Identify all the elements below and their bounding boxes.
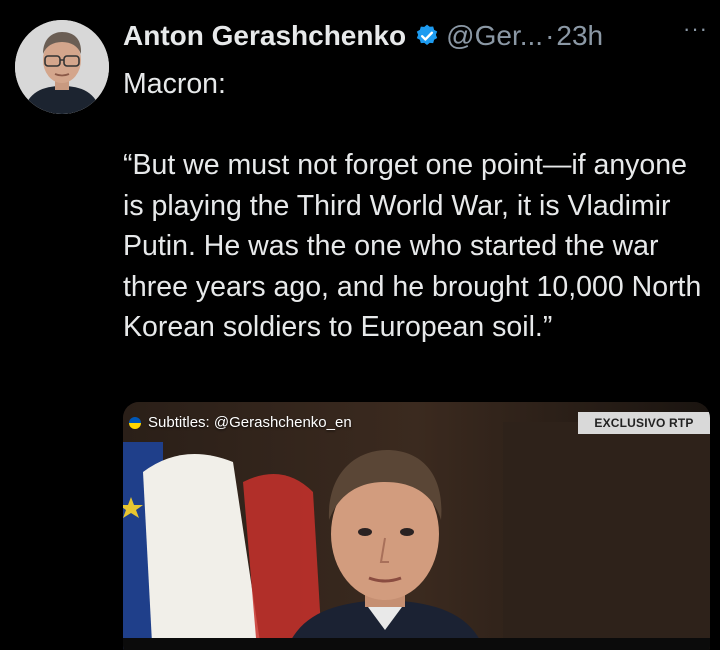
author-display-name[interactable]: Anton Gerashchenko bbox=[123, 20, 406, 52]
video-frame-image bbox=[123, 402, 710, 650]
more-options-icon[interactable]: ··· bbox=[683, 16, 708, 42]
author-handle[interactable]: @Ger... bbox=[446, 20, 543, 52]
subtitles-credit: Subtitles: @Gerashchenko_en bbox=[129, 414, 352, 431]
ukraine-flag-icon bbox=[129, 416, 141, 429]
caption-bar bbox=[123, 638, 710, 650]
avatar[interactable] bbox=[15, 20, 109, 114]
video-thumbnail[interactable]: Subtitles: @Gerashchenko_en EXCLUSIVO RT… bbox=[123, 402, 710, 650]
subtitles-credit-text: Subtitles: @Gerashchenko_en bbox=[148, 414, 352, 431]
tweet-header: Anton Gerashchenko @Ger... · 23h bbox=[123, 14, 720, 58]
tweet-timestamp[interactable]: 23h bbox=[556, 20, 603, 52]
verified-badge-icon bbox=[414, 23, 440, 49]
tweet-text: Macron: “But we must not forget one poin… bbox=[123, 68, 702, 343]
exclusive-badge: EXCLUSIVO RTP bbox=[578, 412, 710, 434]
profile-photo bbox=[15, 20, 109, 114]
separator-dot: · bbox=[545, 20, 555, 51]
